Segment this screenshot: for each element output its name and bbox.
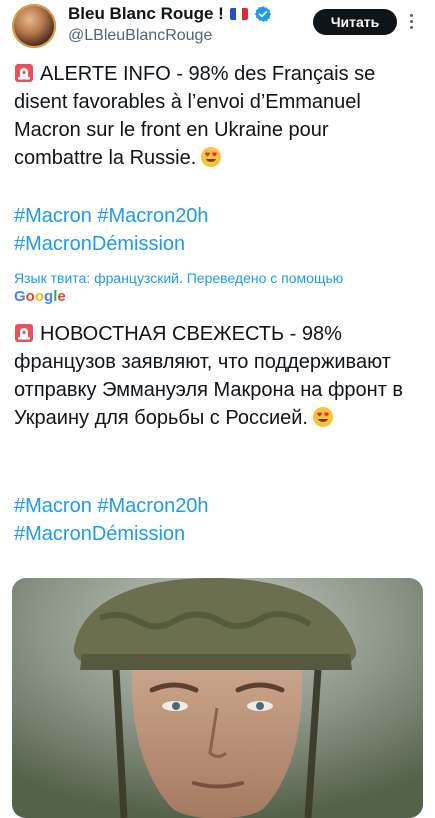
avatar[interactable] bbox=[12, 4, 56, 48]
verified-badge-icon bbox=[254, 6, 272, 22]
soldier-portrait-image bbox=[12, 578, 423, 818]
tweet-photo[interactable] bbox=[12, 578, 423, 818]
hashtag-link[interactable]: #Macron bbox=[14, 495, 92, 517]
france-flag-icon bbox=[229, 8, 248, 20]
handle[interactable]: @LBleuBlancRouge bbox=[68, 27, 212, 45]
translation-note[interactable]: Язык твита: французский. Переведено с по… bbox=[14, 270, 424, 286]
google-logo: Google bbox=[14, 288, 66, 305]
translated-text: НОВОСТНАЯ СВЕЖЕСТЬ - 98% французов заявл… bbox=[14, 323, 404, 429]
hashtag-link[interactable]: #Macron20h bbox=[97, 205, 208, 227]
hashtag-link[interactable]: #Macron20h bbox=[97, 495, 208, 517]
more-options-icon[interactable] bbox=[410, 14, 414, 32]
read-button[interactable]: Читать bbox=[313, 9, 397, 35]
heart-eyes-emoji-icon bbox=[312, 407, 333, 427]
display-name[interactable]: Bleu Blanc Rouge ! bbox=[68, 4, 224, 24]
hashtag-link[interactable]: #Macron bbox=[14, 205, 92, 227]
hashtag-link[interactable]: #MacronDémission bbox=[14, 523, 185, 545]
original-text: ALERTE INFO - 98% des Français se disent… bbox=[14, 63, 376, 169]
tweet-text-translated: НОВОСТНАЯ СВЕЖЕСТЬ - 98% французов заявл… bbox=[14, 320, 414, 432]
police-light-icon bbox=[15, 64, 33, 82]
heart-eyes-emoji-icon bbox=[201, 147, 222, 167]
hashtag-link[interactable]: #MacronDémission bbox=[14, 233, 185, 255]
tweet-header: Bleu Blanc Rouge ! @LBleuBlancRouge Чита… bbox=[0, 0, 435, 56]
tweet-text-original: ALERTE INFO - 98% des Français se disent… bbox=[14, 60, 414, 172]
hashtags-translated: #Macron #Macron20h #MacronDémission bbox=[14, 492, 414, 548]
author-name-row[interactable]: Bleu Blanc Rouge ! bbox=[68, 4, 272, 24]
hashtags-original: #Macron #Macron20h #MacronDémission bbox=[14, 202, 414, 258]
police-light-icon bbox=[15, 324, 33, 342]
